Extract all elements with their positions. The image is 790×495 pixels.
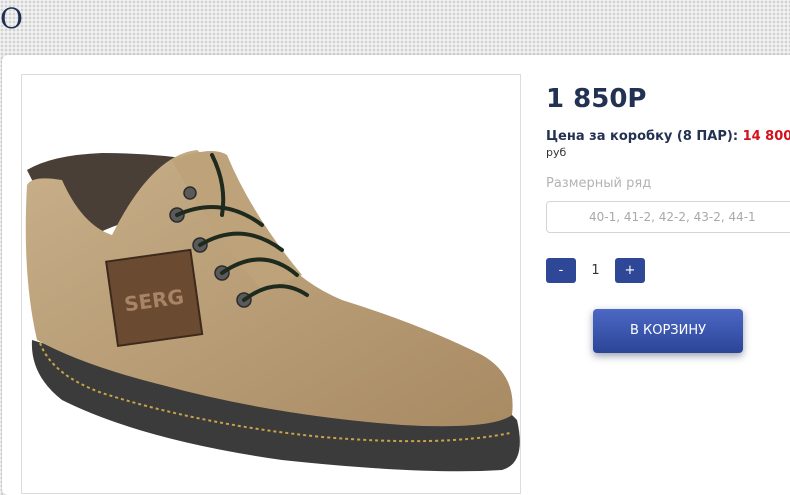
add-to-cart-button[interactable]: В КОРЗИНУ (593, 309, 743, 353)
quantity-decrement-button[interactable]: - (546, 258, 576, 283)
quantity-input[interactable]: 1 (576, 258, 615, 283)
box-price-amount: 14 800 (742, 129, 790, 144)
product-image[interactable]: SERG (21, 74, 521, 494)
boot-illustration: SERG (25, 150, 520, 472)
box-price-label: Цена за коробку (8 ПАР): (546, 129, 739, 144)
currency-label: руб (546, 146, 567, 159)
page-title: О (0, 2, 23, 35)
quantity-increment-button[interactable]: + (615, 258, 645, 283)
size-range-label: Размерный ряд (546, 176, 652, 191)
box-price-line: Цена за коробку (8 ПАР): 14 800 (546, 129, 790, 144)
size-range-field[interactable]: 40-1, 41-2, 42-2, 43-2, 44-1 (546, 201, 790, 233)
product-price: 1 850Р (546, 84, 647, 114)
size-range-value: 40-1, 41-2, 42-2, 43-2, 44-1 (589, 210, 756, 224)
